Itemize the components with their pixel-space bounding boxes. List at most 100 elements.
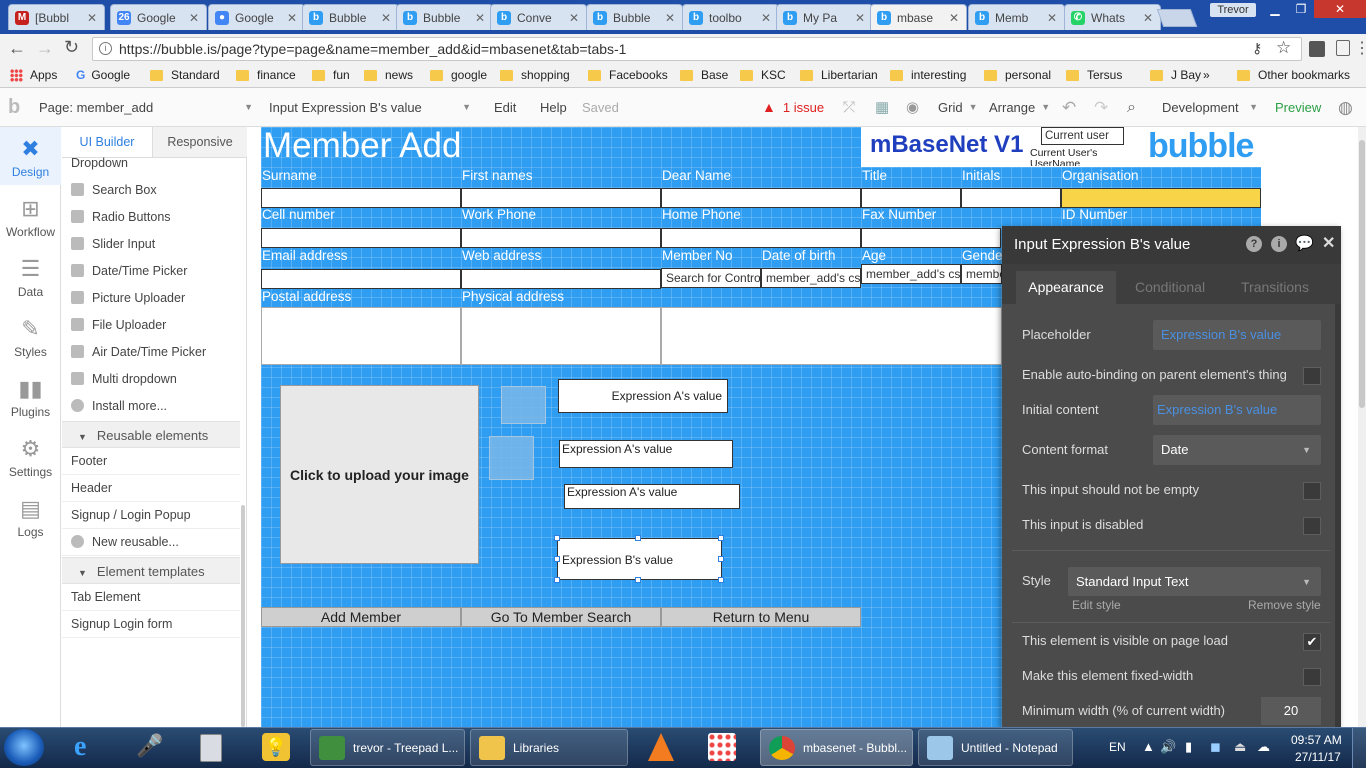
input-postal-address[interactable]: [261, 307, 461, 365]
bookmark-libertarian[interactable]: Libertarian: [800, 68, 878, 82]
taskbar-notepad[interactable]: Untitled - Notepad: [918, 729, 1073, 766]
form-label[interactable]: ID Number: [1061, 206, 1261, 224]
form-label[interactable]: Postal address: [261, 288, 461, 306]
bookmark-standard[interactable]: Standard: [150, 68, 220, 82]
tab-appearance[interactable]: Appearance: [1016, 271, 1116, 304]
pointer-icon[interactable]: ⤱: [843, 88, 855, 127]
taskbar-treepad[interactable]: trevor - Treepad L...: [310, 729, 465, 766]
tab-transitions[interactable]: Transitions: [1241, 271, 1309, 304]
taskbar-chrome[interactable]: mbasenet - Bubbl...: [760, 729, 913, 766]
expression-a-text-2[interactable]: Expression A's value: [559, 440, 733, 468]
reusable-header[interactable]: Header: [62, 475, 240, 502]
reusable-new-reusable-[interactable]: New reusable...: [62, 529, 240, 556]
grid-menu[interactable]: Grid ▼: [938, 88, 977, 127]
expression-a-text-1[interactable]: Expression A's value: [558, 379, 728, 413]
input-cell-number[interactable]: [261, 228, 461, 248]
browser-tab[interactable]: M [Bubbl ✕: [8, 4, 105, 30]
rail-styles[interactable]: ✎ Styles: [0, 317, 61, 360]
start-button[interactable]: [4, 729, 44, 766]
palette-item-file-uploader[interactable]: File Uploader: [62, 312, 240, 339]
language-indicator[interactable]: EN: [1109, 740, 1126, 754]
palette-item-picture-uploader[interactable]: Picture Uploader: [62, 285, 240, 312]
form-label[interactable]: Web address: [461, 247, 661, 265]
palette-item-date-time-picker[interactable]: Date/Time Picker: [62, 258, 240, 285]
maximize-button[interactable]: ❐: [1288, 0, 1314, 18]
key-icon[interactable]: ⚷: [1252, 40, 1262, 57]
forward-icon[interactable]: →: [36, 38, 54, 59]
input-organisation[interactable]: [1061, 188, 1261, 208]
edit-menu[interactable]: Edit: [494, 88, 516, 127]
input-work-phone[interactable]: [461, 228, 661, 248]
calculator-icon[interactable]: [200, 734, 222, 762]
form-label[interactable]: Initials: [961, 167, 1061, 185]
resize-handle[interactable]: [718, 577, 724, 583]
redo-icon[interactable]: ↷: [1094, 88, 1108, 127]
microphone-icon[interactable]: 🎤: [136, 733, 166, 763]
form-label[interactable]: Work Phone: [461, 206, 661, 224]
issues-button[interactable]: ▲ 1 issue: [762, 88, 824, 127]
content-format-dropdown[interactable]: Date ▼: [1153, 435, 1321, 465]
current-user-label[interactable]: Current user: [1041, 127, 1124, 145]
bookmark-tersus[interactable]: Tersus: [1066, 68, 1122, 82]
reusable-footer[interactable]: Footer: [62, 448, 240, 475]
url-bar[interactable]: i https://bubble.is/page?type=page&name=…: [92, 37, 1302, 61]
image-placeholder-icon[interactable]: [501, 386, 546, 424]
form-label[interactable]: Date of birth: [761, 247, 861, 265]
palette-item-air-date-time-picker[interactable]: Air Date/Time Picker: [62, 339, 240, 366]
form-label[interactable]: Home Phone: [661, 206, 861, 224]
resize-handle[interactable]: [718, 556, 724, 562]
bookmark-shopping[interactable]: shopping: [500, 68, 570, 82]
form-label[interactable]: Physical address: [461, 288, 661, 306]
info-icon[interactable]: i: [99, 42, 112, 55]
grid-view-icon[interactable]: ▦: [875, 88, 889, 127]
current-user-name[interactable]: Current User's UserName: [1030, 148, 1140, 166]
form-label[interactable]: Email address: [261, 247, 461, 265]
input-email-address[interactable]: [261, 269, 461, 289]
input-title[interactable]: [861, 188, 961, 208]
browser-tab[interactable]: b My Pa ✕: [776, 4, 873, 30]
browser-tab[interactable]: b Bubble ✕: [302, 4, 399, 30]
search-icon[interactable]: ⌕: [1127, 88, 1136, 127]
minimize-button[interactable]: ▁: [1262, 0, 1288, 18]
age-display[interactable]: member_add's cs...: [861, 264, 961, 284]
remove-style-link[interactable]: Remove style: [1248, 598, 1321, 612]
element-templates-header[interactable]: ▼ Element templates: [62, 557, 240, 584]
extension-icon[interactable]: [1309, 41, 1325, 57]
close-tab-icon[interactable]: ✕: [86, 11, 98, 25]
member-no-search[interactable]: Search for Contro: [661, 268, 761, 288]
rail-plugins[interactable]: ▮▮ Plugins: [0, 377, 61, 420]
browser-tab[interactable]: b Bubble ✕: [396, 4, 493, 30]
reusable-elements-header[interactable]: ▼ Reusable elements: [62, 421, 240, 448]
palette-item-install-more-[interactable]: Install more...: [62, 393, 240, 420]
bookmark-facebooks[interactable]: Facebooks: [588, 68, 668, 82]
resize-handle[interactable]: [554, 535, 560, 541]
return-to-menu-button[interactable]: Return to Menu: [661, 607, 861, 627]
resize-handle[interactable]: [554, 577, 560, 583]
extension-icon-2[interactable]: [1336, 40, 1350, 56]
resize-handle[interactable]: [718, 535, 724, 541]
bookmark-finance[interactable]: finance: [236, 68, 296, 82]
undo-icon[interactable]: ↶: [1062, 88, 1076, 127]
browser-tab[interactable]: 26 Google ✕: [110, 4, 207, 30]
palette-item-radio-buttons[interactable]: Radio Buttons: [62, 204, 240, 231]
profile-chip[interactable]: Trevor: [1210, 3, 1256, 17]
resize-handle[interactable]: [635, 535, 641, 541]
close-tab-icon[interactable]: ✕: [854, 11, 866, 25]
form-label[interactable]: Surname: [261, 167, 461, 185]
page-title[interactable]: Member Add: [263, 126, 461, 166]
bookmark-personal[interactable]: personal: [984, 68, 1051, 82]
style-dropdown[interactable]: Standard Input Text ▼: [1068, 567, 1321, 596]
bookmark-jbay[interactable]: J Bay: [1150, 68, 1201, 82]
browser-tab[interactable]: b Conve ✕: [490, 4, 587, 30]
property-editor-header[interactable]: Input Expression B's value: [1002, 226, 1341, 264]
fixed-width-checkbox[interactable]: [1303, 668, 1321, 686]
expression-a-text-3[interactable]: Expression A's value: [564, 484, 740, 509]
rail-data[interactable]: ☰ Data: [0, 257, 61, 300]
form-label[interactable]: Age: [861, 247, 961, 265]
close-tab-icon[interactable]: ✕: [948, 11, 960, 25]
bubble-logo[interactable]: bubble: [1148, 128, 1254, 164]
volume-icon[interactable]: 🔊: [1160, 739, 1176, 755]
cloud-icon[interactable]: ☁: [1257, 739, 1270, 755]
account-icon[interactable]: ◍: [1338, 88, 1353, 127]
show-desktop-button[interactable]: [1352, 728, 1366, 768]
